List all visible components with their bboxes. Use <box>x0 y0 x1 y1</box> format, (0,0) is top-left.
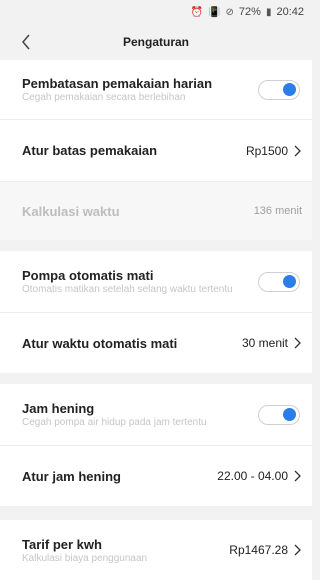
toggle-knob <box>283 82 296 96</box>
quiet-hours-toggle[interactable] <box>258 404 300 425</box>
usage-limit-section: Pembatasan pemakaian harian Cegah pemaka… <box>0 60 312 240</box>
toggle-knob <box>283 407 296 421</box>
daily-limit-toggle[interactable] <box>258 79 300 100</box>
set-limit-label: Atur batas pemakaian <box>22 143 158 158</box>
chevron-right-icon <box>294 337 301 349</box>
do-not-disturb-icon: ⊘ <box>225 6 234 18</box>
auto-off-time-row[interactable]: Atur waktu otomatis mati 30 menit <box>0 313 312 373</box>
battery-icon: ▮ <box>265 6 272 18</box>
auto-off-label: Pompa otomatis mati <box>22 268 154 283</box>
battery-percent: 72% <box>238 6 261 18</box>
quiet-hours-desc: Cegah pompa air hidup pada jam tertentu <box>22 417 207 428</box>
tariff-value-wrap: Rp1467.28 <box>229 543 302 557</box>
vibrate-icon: 📳 <box>208 6 221 18</box>
toggle-knob <box>283 274 296 288</box>
section-gap <box>0 373 312 384</box>
section-gap <box>0 506 312 520</box>
tariff-value: Rp1467.28 <box>229 543 288 557</box>
tariff-label: Tarif per kwh <box>22 536 102 552</box>
clock: 20:42 <box>276 6 304 18</box>
quiet-time-label: Atur jam hening <box>22 468 121 484</box>
back-button[interactable] <box>14 30 38 54</box>
daily-limit-row[interactable]: Pembatasan pemakaian harian Cegah pemaka… <box>0 60 312 120</box>
quiet-time-value-wrap: 22.00 - 04.00 <box>217 469 302 483</box>
auto-off-section: Pompa otomatis mati Otomatis matikan set… <box>0 251 312 373</box>
section-gap <box>0 240 312 251</box>
quiet-hours-row[interactable]: Jam hening Cegah pompa air hidup pada ja… <box>0 384 312 446</box>
tariff-desc: Kalkulasi biaya penggunaan <box>22 552 148 564</box>
tariff-row[interactable]: Tarif per kwh Kalkulasi biaya penggunaan… <box>0 520 312 580</box>
auto-off-time-label: Atur waktu otomatis mati <box>22 335 178 351</box>
quiet-time-value: 22.00 - 04.00 <box>217 469 288 483</box>
time-calc-row: Kalkulasi waktu 136 menit <box>0 182 312 240</box>
auto-off-row[interactable]: Pompa otomatis mati Otomatis matikan set… <box>0 251 312 313</box>
chevron-right-icon <box>294 544 301 556</box>
auto-off-time-value-wrap: 30 menit <box>242 336 302 350</box>
status-bar: ⏰ 📳 ⊘ 72% ▮ 20:42 <box>0 0 312 24</box>
time-calc-value: 136 menit <box>253 205 302 217</box>
chevron-right-icon <box>294 470 301 482</box>
set-limit-row[interactable]: Atur batas pemakaian Rp1500 <box>0 120 312 182</box>
auto-off-toggle[interactable] <box>258 271 300 292</box>
chevron-right-icon <box>294 145 301 156</box>
daily-limit-desc: Cegah pemakaian secara berlebihan <box>22 92 186 103</box>
quiet-time-row[interactable]: Atur jam hening 22.00 - 04.00 <box>0 446 312 506</box>
auto-off-desc: Otomatis matikan setelah selang waktu te… <box>22 284 233 295</box>
page-title: Pengaturan <box>122 35 189 49</box>
time-calc-label: Kalkulasi waktu <box>22 203 120 219</box>
set-limit-value-wrap: Rp1500 <box>246 144 302 158</box>
app-bar: Pengaturan <box>0 24 312 60</box>
daily-limit-label: Pembatasan pemakaian harian <box>22 76 213 91</box>
quiet-hours-section: Jam hening Cegah pompa air hidup pada ja… <box>0 384 312 506</box>
quiet-hours-label: Jam hening <box>22 401 95 416</box>
auto-off-time-value: 30 menit <box>241 336 288 350</box>
set-limit-value: Rp1500 <box>245 143 288 158</box>
alarm-icon: ⏰ <box>190 6 204 18</box>
tariff-section: Tarif per kwh Kalkulasi biaya penggunaan… <box>0 520 312 580</box>
chevron-left-icon <box>22 34 30 50</box>
